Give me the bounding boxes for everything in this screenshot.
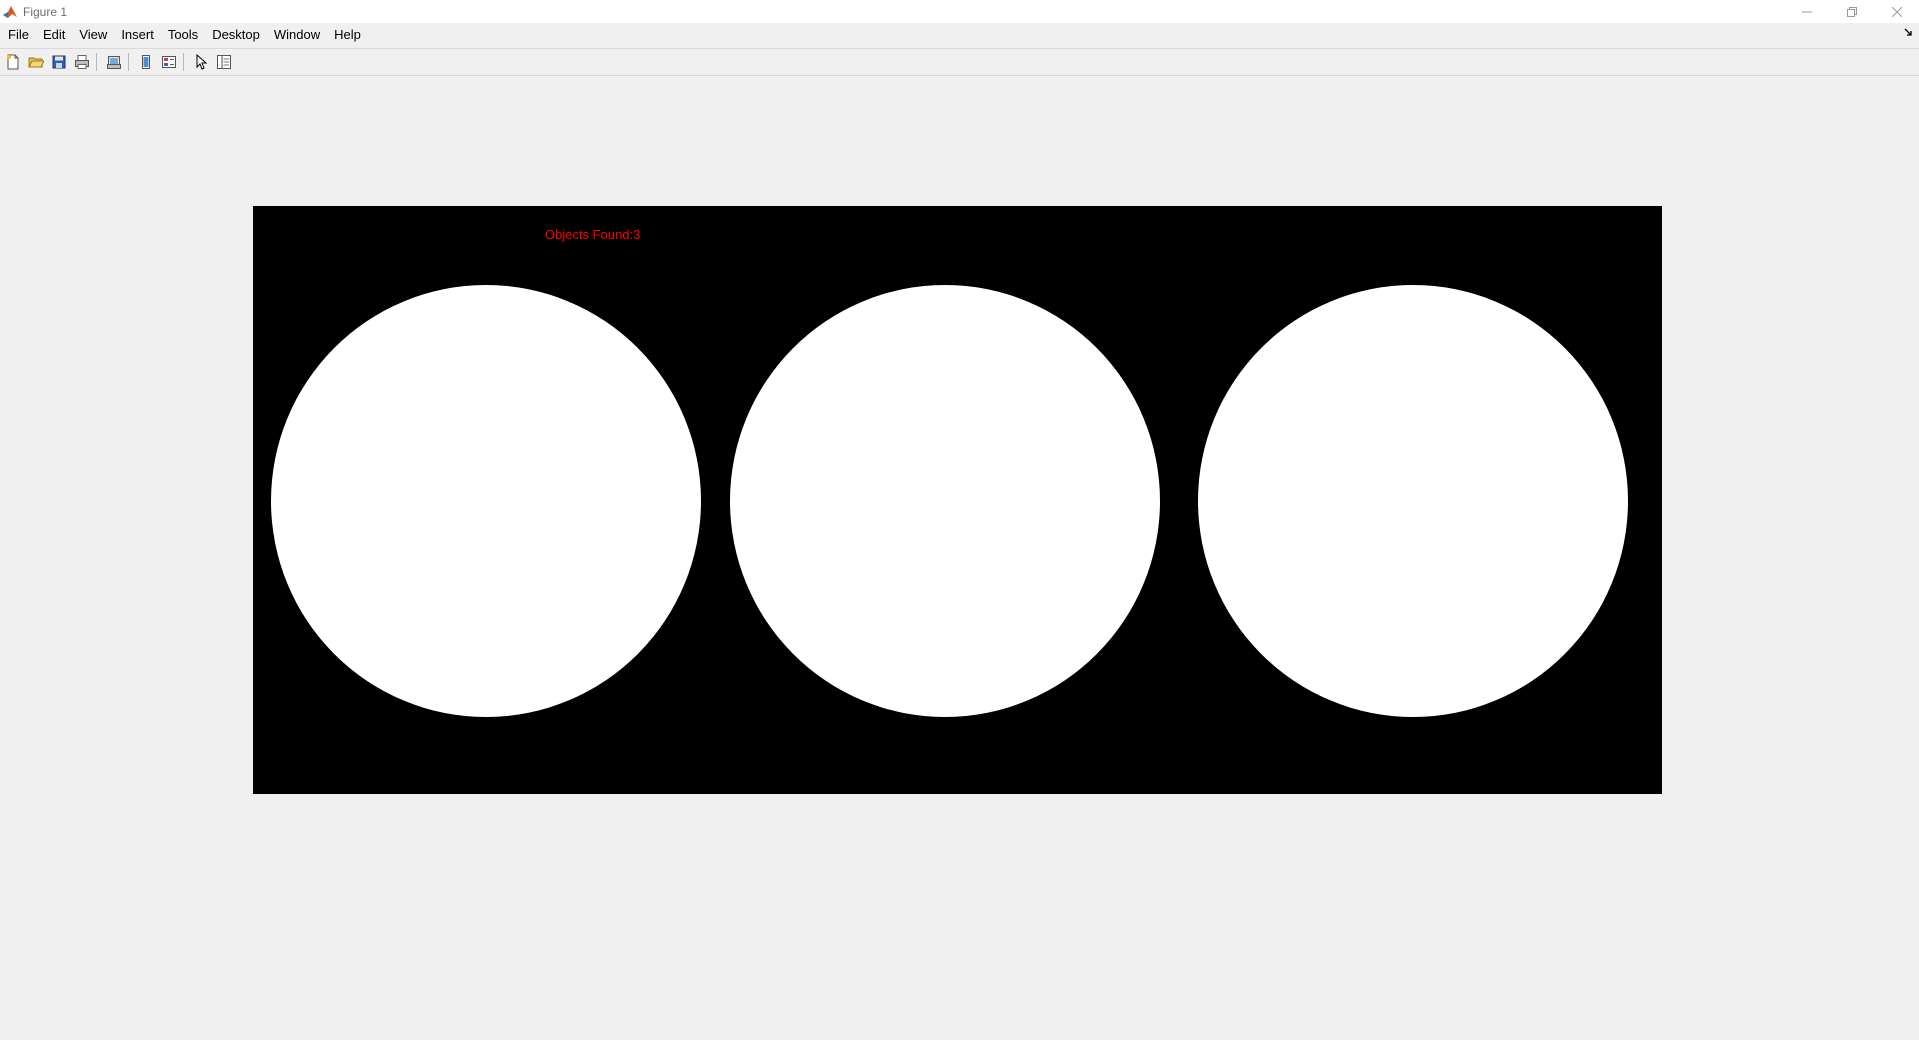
detected-object-circle: [730, 285, 1160, 717]
menu-view[interactable]: View: [72, 24, 114, 46]
matlab-logo-icon: [2, 4, 18, 20]
open-file-icon[interactable]: [26, 52, 46, 72]
menu-insert[interactable]: Insert: [114, 24, 161, 46]
figure-axes[interactable]: Objects Found:3: [253, 206, 1662, 794]
detected-object-circle: [271, 285, 701, 717]
close-icon[interactable]: [1874, 0, 1919, 23]
detected-object-circle: [1198, 285, 1628, 717]
toolbar-separator: [128, 53, 129, 71]
menu-bar: File Edit View Insert Tools Desktop Wind…: [0, 24, 1919, 46]
menu-tools[interactable]: Tools: [161, 24, 205, 46]
menu-window[interactable]: Window: [267, 24, 327, 46]
menu-desktop[interactable]: Desktop: [205, 24, 267, 46]
objects-found-label: Objects Found:3: [545, 227, 641, 242]
toolbar-separator: [183, 53, 184, 71]
print-preview-icon[interactable]: [104, 52, 124, 72]
new-figure-icon[interactable]: [3, 52, 23, 72]
window-title: Figure 1: [23, 4, 68, 19]
dock-figure-icon[interactable]: [1904, 28, 1913, 40]
binary-image: [253, 206, 1662, 794]
menu-help[interactable]: Help: [327, 24, 368, 46]
property-inspector-icon[interactable]: [214, 52, 234, 72]
menu-file[interactable]: File: [0, 24, 36, 46]
edit-plot-icon[interactable]: [191, 52, 211, 72]
title-bar: Figure 1: [0, 0, 1919, 23]
restore-icon[interactable]: [1829, 0, 1874, 23]
figure-toolbar: [0, 48, 1919, 76]
toolbar-separator: [96, 53, 97, 71]
save-icon[interactable]: [49, 52, 69, 72]
print-icon[interactable]: [72, 52, 92, 72]
menu-edit[interactable]: Edit: [36, 24, 72, 46]
link-plot-icon[interactable]: [136, 52, 156, 72]
insert-colorbar-icon[interactable]: [159, 52, 179, 72]
window-controls: [1784, 0, 1919, 23]
minimize-icon[interactable]: [1784, 0, 1829, 23]
figure-window: Figure 1 File Edit View Insert Tools Des…: [0, 0, 1919, 1040]
